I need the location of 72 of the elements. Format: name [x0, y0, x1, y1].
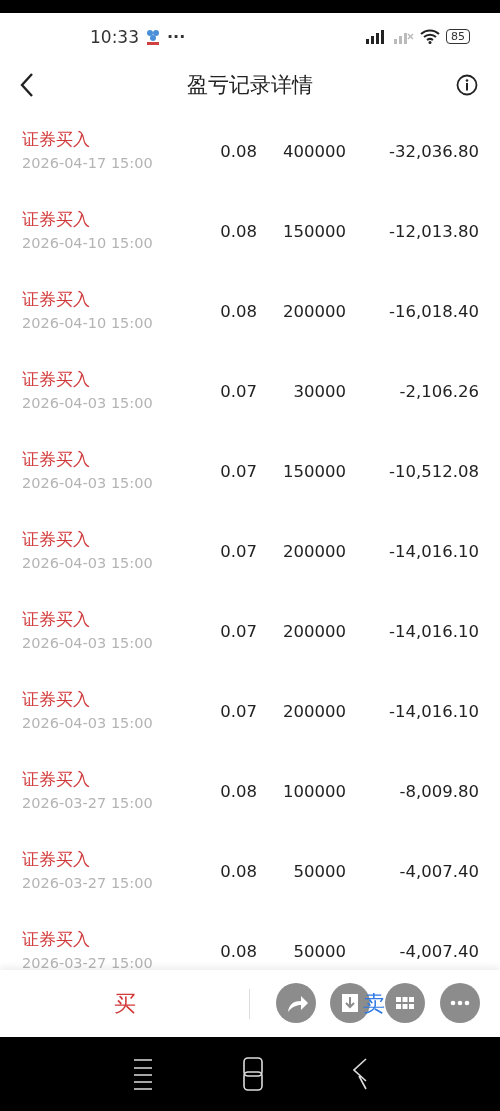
amount-cell-text: -14,016.10 — [388, 701, 479, 721]
price-cell-text: 0.08 — [219, 141, 257, 161]
quantity-cell-text: 150000 — [282, 461, 346, 481]
quantity-cell-text: 150000 — [282, 221, 346, 241]
price-cell-text: 0.08 — [219, 941, 257, 961]
price-cell-text: 0.07 — [219, 461, 257, 481]
amount-cell-text: -8,009.80 — [398, 781, 479, 801]
amount-cell-text: -10,512.08 — [388, 461, 479, 481]
price-cell-text: 0.07 — [219, 381, 257, 401]
price-cell-text: 0.08 — [219, 221, 257, 241]
record-time: 2026-04-03 15:00 — [22, 714, 154, 731]
price-cell-text: 0.08 — [219, 781, 257, 801]
more-notifications: ··· — [167, 27, 186, 46]
amount-cell-text: -4,007.40 — [398, 861, 479, 881]
record-time: 2026-03-27 15:00 — [22, 874, 154, 891]
amount-cell-text: -14,016.10 — [388, 541, 479, 561]
grid-icon[interactable] — [385, 983, 425, 1023]
record-type: 证券买入 — [22, 447, 91, 471]
record-type: 证券买入 — [22, 207, 91, 231]
back-icon[interactable] — [20, 72, 34, 98]
record-time: 2026-04-03 15:00 — [22, 394, 154, 411]
cellular-signal-icon — [364, 29, 386, 44]
price-cell-text: 0.07 — [219, 621, 257, 641]
more-icon[interactable] — [440, 983, 480, 1023]
buy-button[interactable]: 买 — [0, 988, 249, 1019]
record-time: 2026-03-27 15:00 — [22, 794, 154, 811]
quantity-cell-text: 30000 — [292, 381, 346, 401]
sell-button[interactable]: 卖 — [363, 988, 385, 1019]
quantity-cell-text: 50000 — [292, 941, 346, 961]
record-time: 2026-04-03 15:00 — [22, 474, 154, 491]
amount-cell-text: -16,018.40 — [388, 301, 479, 321]
quantity-cell-text: 400000 — [282, 141, 346, 161]
record-type: 证券买入 — [22, 367, 91, 391]
app-notification-icon — [145, 27, 161, 46]
record-time: 2026-03-27 15:00 — [22, 954, 154, 970]
page-title: 盈亏记录详情 — [187, 72, 313, 99]
amount-cell-text: -32,036.80 — [388, 141, 479, 161]
wifi-icon — [420, 29, 440, 44]
record-time: 2026-04-17 15:00 — [22, 154, 154, 171]
amount-cell-text: -12,013.80 — [388, 221, 479, 241]
menu-icon[interactable] — [133, 1058, 153, 1090]
record-time: 2026-04-03 15:00 — [22, 634, 154, 651]
record-time: 2026-04-10 15:00 — [22, 234, 154, 251]
price-cell-text: 0.07 — [219, 701, 257, 721]
record-type: 证券买入 — [22, 767, 91, 791]
record-type: 证券买入 — [22, 127, 91, 151]
quantity-cell-text: 100000 — [282, 781, 346, 801]
price-cell-text: 0.08 — [219, 301, 257, 321]
quantity-cell-text: 200000 — [282, 621, 346, 641]
home-icon[interactable] — [243, 1057, 263, 1091]
record-type: 证券买入 — [22, 527, 91, 551]
quantity-cell-text: 200000 — [282, 301, 346, 321]
record-type: 证券买入 — [22, 607, 91, 631]
amount-cell-text: -4,007.40 — [398, 941, 479, 961]
record-type: 证券买入 — [22, 927, 91, 951]
amount-cell-text: -2,106.26 — [398, 381, 479, 401]
record-time: 2026-04-03 15:00 — [22, 554, 154, 571]
back-nav-icon[interactable] — [353, 1058, 367, 1090]
battery-indicator: 85 — [446, 29, 470, 44]
status-time: 10:33 — [90, 26, 139, 47]
record-time: 2026-04-10 15:00 — [22, 314, 154, 331]
quantity-cell-text: 200000 — [282, 541, 346, 561]
record-type: 证券买入 — [22, 687, 91, 711]
amount-cell-text: -14,016.10 — [388, 621, 479, 641]
record-type: 证券买入 — [22, 287, 91, 311]
info-icon[interactable] — [456, 74, 478, 96]
quantity-cell-text: 200000 — [282, 701, 346, 721]
share-icon[interactable] — [276, 983, 316, 1023]
price-cell-text: 0.07 — [219, 541, 257, 561]
price-cell-text: 0.08 — [219, 861, 257, 881]
quantity-cell-text: 50000 — [292, 861, 346, 881]
record-type: 证券买入 — [22, 847, 91, 871]
